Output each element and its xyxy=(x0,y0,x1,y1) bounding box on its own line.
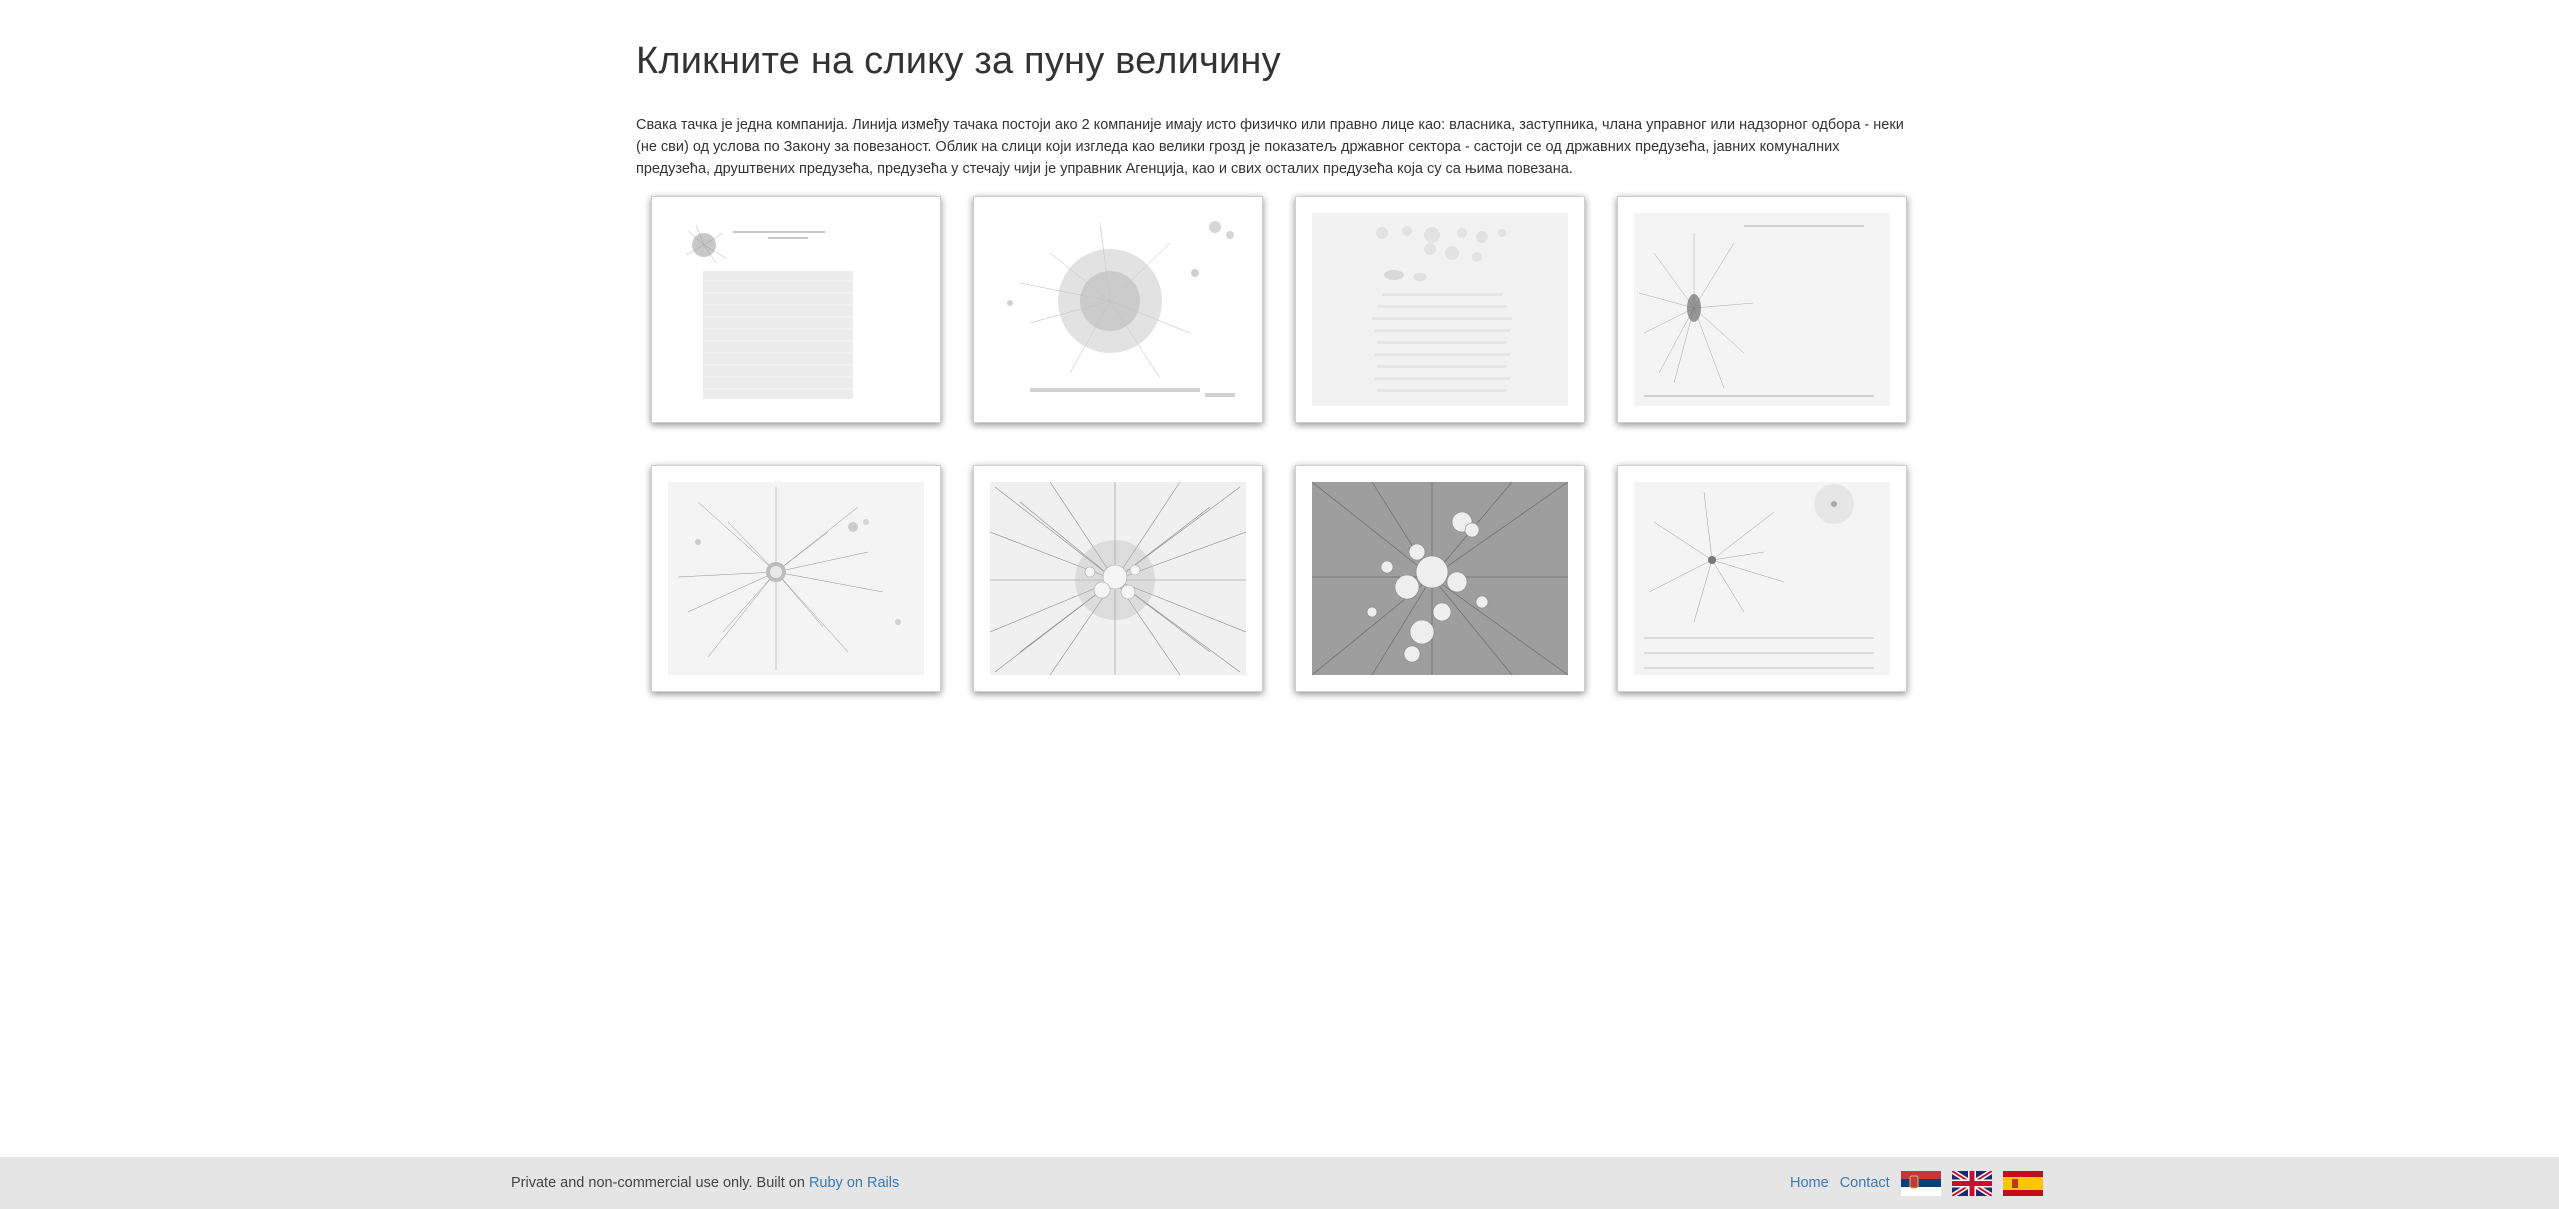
network-thumbnail-8[interactable] xyxy=(1617,465,1907,692)
network-thumbnail-5[interactable] xyxy=(651,465,941,692)
network-thumbnail-3[interactable] xyxy=(1295,196,1585,423)
footer-notice: Private and non-commercial use only. Bui… xyxy=(511,1157,899,1209)
uk-flag-icon[interactable] xyxy=(1951,1170,1992,1196)
network-thumbnail-1[interactable] xyxy=(651,196,941,423)
network-thumbnail-2[interactable] xyxy=(973,196,1263,423)
network-graph-image xyxy=(990,213,1246,406)
network-graph-image xyxy=(1312,482,1568,675)
ruby-on-rails-link[interactable]: Ruby on Rails xyxy=(809,1175,899,1191)
contact-link[interactable]: Contact xyxy=(1840,1175,1890,1191)
network-thumbnail-6[interactable] xyxy=(973,465,1263,692)
spain-flag-icon[interactable] xyxy=(2002,1170,2043,1196)
network-graph-image xyxy=(990,482,1246,675)
page-title: Кликните на слику за пуну величину xyxy=(636,40,1281,82)
network-thumbnail-4[interactable] xyxy=(1617,196,1907,423)
home-link[interactable]: Home xyxy=(1790,1175,1829,1191)
network-graph-image xyxy=(668,213,924,406)
intro-text: Свака тачка је једна компанија. Линија и… xyxy=(636,116,1904,177)
network-thumbnail-7[interactable] xyxy=(1295,465,1585,692)
network-graph-image xyxy=(668,482,924,675)
network-graph-image xyxy=(1634,482,1890,675)
footer: Private and non-commercial use only. Bui… xyxy=(0,1157,2559,1209)
footer-nav: Home Contact xyxy=(1790,1157,2043,1209)
serbia-flag-icon[interactable] xyxy=(1900,1170,1941,1196)
network-graph-image xyxy=(1634,213,1890,406)
network-graph-image xyxy=(1312,213,1568,406)
footer-notice-text: Private and non-commercial use only. Bui… xyxy=(511,1175,809,1191)
